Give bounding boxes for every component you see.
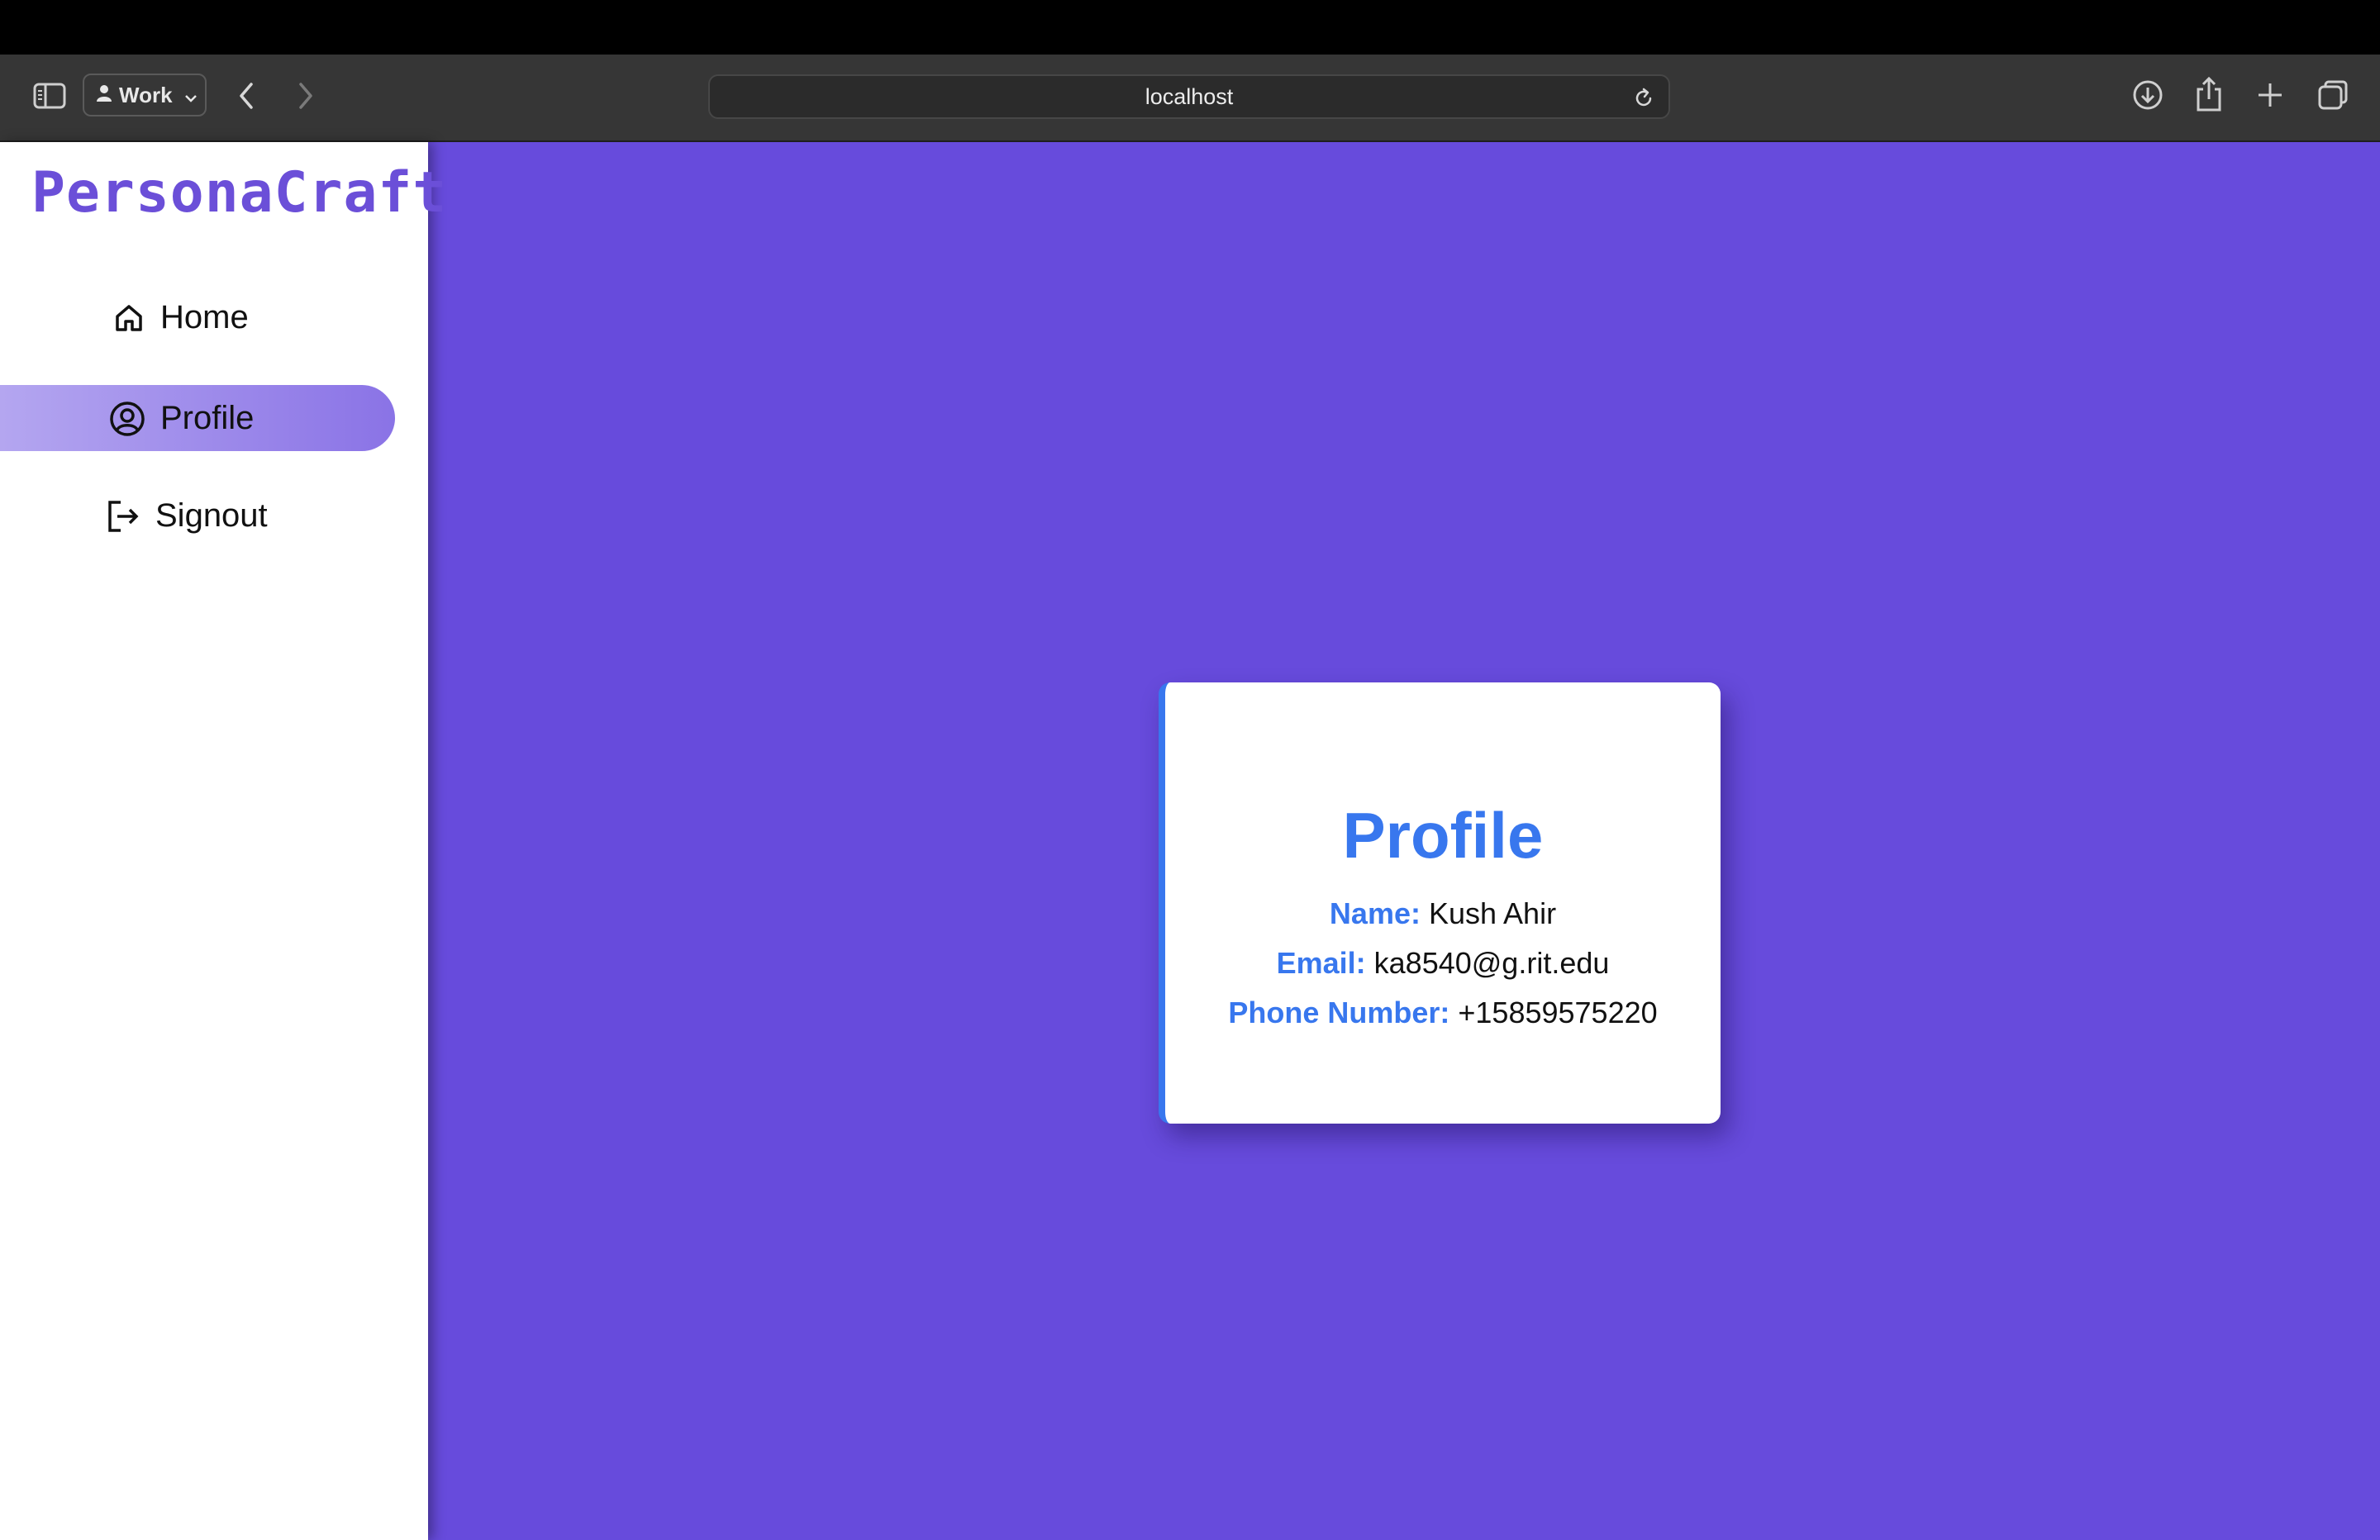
profile-switcher-button[interactable]: Work — [83, 74, 207, 116]
profile-phone-row: Phone Number: +15859575220 — [1165, 996, 1721, 1030]
field-value: +15859575220 — [1458, 996, 1658, 1029]
sidebar-item-home[interactable]: Home — [112, 299, 249, 336]
field-value: Kush Ahir — [1428, 896, 1557, 930]
chevron-down-icon — [184, 83, 198, 108]
sidebar-item-signout[interactable]: Signout — [106, 497, 268, 535]
sidebar-item-label: Home — [160, 299, 249, 335]
reload-icon[interactable] — [1632, 87, 1655, 116]
card-title: Profile — [1342, 799, 1544, 872]
screen-top-bezel — [0, 0, 2380, 55]
field-value: ka8540@g.rit.edu — [1373, 946, 1610, 980]
brand-logo[interactable]: PersonaCraft — [31, 160, 447, 226]
sidebar-item-profile[interactable]: Profile — [109, 400, 254, 437]
share-icon[interactable] — [2195, 76, 2223, 112]
sidebar-item-label: Signout — [155, 497, 268, 534]
new-tab-plus-icon[interactable] — [2256, 81, 2284, 109]
user-circle-icon — [109, 401, 145, 437]
profile-switcher-label: Work — [119, 82, 173, 107]
tab-overview-icon[interactable] — [2317, 79, 2349, 111]
address-bar[interactable]: localhost — [708, 74, 1670, 119]
back-arrow-icon[interactable] — [236, 81, 256, 111]
main-content: Profile Name: Kush Ahir Email: ka8540@g.ri… — [428, 142, 2380, 1540]
sidebar: PersonaCraft Home Profile Signout — [0, 142, 446, 1540]
browser-toolbar: Work localhost — [0, 55, 2380, 142]
field-label: Email: — [1276, 946, 1366, 980]
sidebar-item-label: Profile — [160, 400, 255, 436]
download-icon[interactable] — [2132, 79, 2163, 111]
field-label: Name: — [1329, 896, 1421, 930]
home-icon — [112, 302, 145, 335]
person-icon — [96, 83, 112, 108]
forward-arrow-icon[interactable] — [296, 81, 316, 111]
profile-card: Profile Name: Kush Ahir Email: ka8540@g.ri… — [1159, 682, 1721, 1124]
url-text: localhost — [1145, 83, 1234, 109]
web-page: PersonaCraft Home Profile Signout Profil… — [0, 142, 2380, 1540]
signout-icon — [106, 499, 140, 534]
profile-name-row: Name: Kush Ahir — [1165, 896, 1721, 931]
field-label: Phone Number: — [1228, 996, 1450, 1029]
sidebar-toggle-icon[interactable] — [33, 83, 66, 109]
profile-email-row: Email: ka8540@g.rit.edu — [1165, 946, 1721, 981]
